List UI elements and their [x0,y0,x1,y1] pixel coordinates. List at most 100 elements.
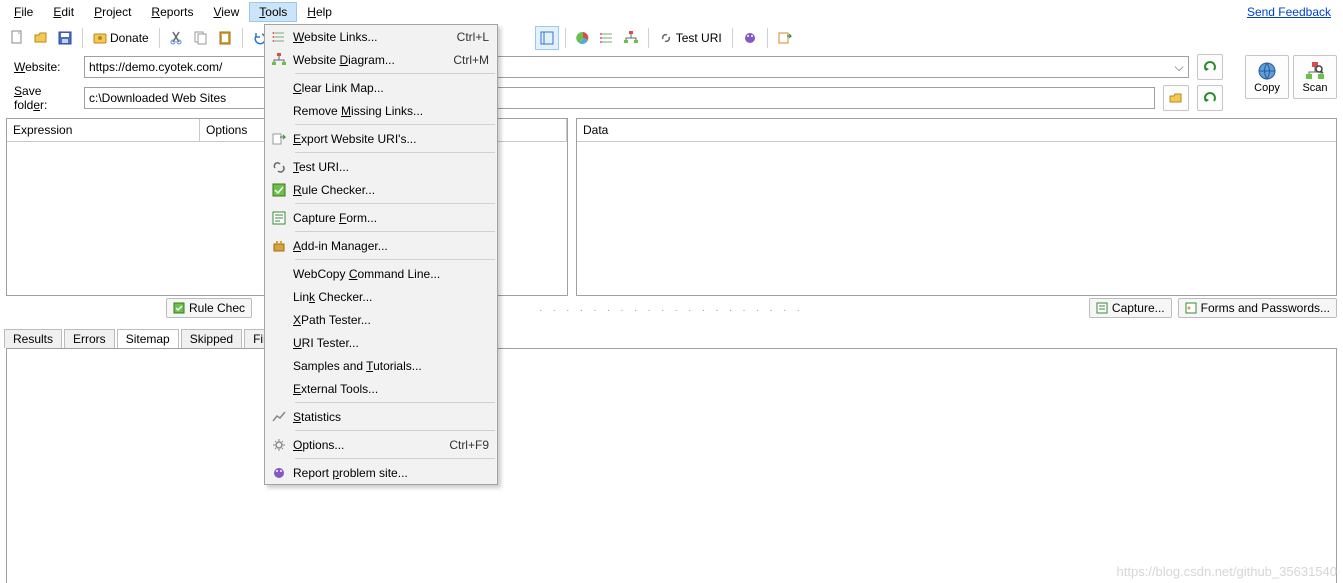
dropdown-caret[interactable]: ⌵ [1170,60,1188,75]
menu-item-label: WebCopy Command Line... [293,267,489,281]
main-toolbar: Donate Test URI [0,24,1343,52]
menu-item[interactable]: External Tools... [265,377,497,400]
tab-errors[interactable]: Errors [64,329,115,348]
col-data[interactable]: Data [577,119,1336,141]
menu-item[interactable]: Website Links...Ctrl+L [265,25,497,48]
tab-forms-passwords[interactable]: Forms and Passwords... [1178,298,1337,318]
bug-button[interactable] [739,27,761,49]
menu-item-label: External Tools... [293,382,489,396]
menu-file[interactable]: File [4,2,43,22]
tools-dropdown: Website Links...Ctrl+LWebsite Diagram...… [264,24,498,485]
bug-icon [265,466,293,480]
go-button[interactable] [1197,54,1223,80]
paste-button[interactable] [214,27,236,49]
col-expression[interactable]: Expression [7,119,200,141]
menu-item-label: XPath Tester... [293,313,489,327]
save-folder-row: Save folder: [0,82,1343,114]
menu-item-label: Report problem site... [293,466,489,480]
menu-view[interactable]: View [203,2,249,22]
list2-button[interactable] [596,27,618,49]
menu-item[interactable]: Link Checker... [265,285,497,308]
send-feedback-link[interactable]: Send Feedback [1247,5,1339,19]
menu-item-label: Export Website URI's... [293,132,489,146]
tree-button[interactable] [620,27,642,49]
menu-item[interactable]: Clear Link Map... [265,76,497,99]
new-button[interactable] [6,27,28,49]
menu-item-label: Options... [293,438,441,452]
check-icon [173,302,185,314]
website-row: Website: ⌵ [0,52,1343,82]
watermark: https://blog.csdn.net/github_35631540 [1117,564,1337,579]
website-input[interactable] [85,57,1170,77]
test-uri-button[interactable]: Test URI [655,27,726,49]
cut-button[interactable] [166,27,188,49]
save-folder-input[interactable] [84,87,1155,109]
save-button[interactable] [54,27,76,49]
addin-icon [265,239,293,253]
menu-reports[interactable]: Reports [141,2,203,22]
tab-capture[interactable]: Capture... [1089,298,1172,318]
menu-item-label: Add-in Manager... [293,239,489,253]
menu-item[interactable]: WebCopy Command Line... [265,262,497,285]
menubar: File Edit Project Reports View Tools Hel… [0,0,1343,24]
tab-skipped[interactable]: Skipped [181,329,242,348]
menu-item[interactable]: Export Website URI's... [265,127,497,150]
mid-tab-footer: Rule Chec . . . . . . . . . . . . . . . … [0,296,1343,320]
menu-item[interactable]: Website Diagram...Ctrl+M [265,48,497,71]
menu-item[interactable]: Statistics [265,405,497,428]
check-icon [265,183,293,197]
gear-icon [265,438,293,452]
menu-item[interactable]: Capture Form... [265,206,497,229]
export-icon [265,132,293,146]
menu-item[interactable]: Remove Missing Links... [265,99,497,122]
donate-button[interactable]: Donate [89,27,153,49]
menu-item-label: Rule Checker... [293,183,489,197]
link-icon [659,31,673,45]
menu-item[interactable]: URI Tester... [265,331,497,354]
menu-item[interactable]: Report problem site... [265,461,497,484]
menu-item-label: Website Diagram... [293,53,445,67]
menu-item-label: Capture Form... [293,211,489,225]
menu-item-label: Test URI... [293,160,489,174]
menu-item-label: Clear Link Map... [293,81,489,95]
website-label: Website: [14,60,76,74]
data-panel[interactable]: Data [576,118,1337,296]
menu-item-shortcut: Ctrl+L [449,30,489,44]
menu-item-label: Link Checker... [293,290,489,304]
menu-item[interactable]: Rule Checker... [265,178,497,201]
tab-rule-checker[interactable]: Rule Chec [166,298,252,318]
menu-item-label: Website Links... [293,30,449,44]
menu-item[interactable]: Test URI... [265,155,497,178]
copy-action-button[interactable]: Copy [1245,55,1289,99]
menu-item[interactable]: Samples and Tutorials... [265,354,497,377]
view-list-button[interactable] [535,26,559,50]
browse-folder-button[interactable] [1163,85,1189,111]
tab-sitemap[interactable]: Sitemap [117,329,179,348]
open-button[interactable] [30,27,52,49]
key-icon [1185,302,1197,314]
resize-dots[interactable]: . . . . . . . . . . . . . . . . . . . . [539,303,803,314]
export-button[interactable] [774,27,796,49]
bottom-tabstrip: Results Errors Sitemap Skipped Files Dif… [0,328,1343,348]
menu-project[interactable]: Project [84,2,141,22]
menu-edit[interactable]: Edit [43,2,84,22]
menu-help[interactable]: Help [297,2,342,22]
chart-button[interactable] [572,27,594,49]
refresh-folder-button[interactable] [1197,85,1223,111]
diagram-icon [265,53,293,67]
scan-icon [1305,61,1325,81]
stats-icon [265,410,293,424]
scan-action-button[interactable]: Scan [1293,55,1337,99]
bottom-content-pane[interactable] [6,348,1337,583]
menu-tools[interactable]: Tools [249,2,297,22]
copy-button[interactable] [190,27,212,49]
menu-item[interactable]: Options...Ctrl+F9 [265,433,497,456]
menu-item-label: URI Tester... [293,336,489,350]
menu-item-label: Samples and Tutorials... [293,359,489,373]
menu-item[interactable]: Add-in Manager... [265,234,497,257]
tab-results[interactable]: Results [4,329,62,348]
menu-item-label: Remove Missing Links... [293,104,489,118]
globe-icon [1257,61,1277,81]
list-icon [265,30,293,44]
menu-item[interactable]: XPath Tester... [265,308,497,331]
